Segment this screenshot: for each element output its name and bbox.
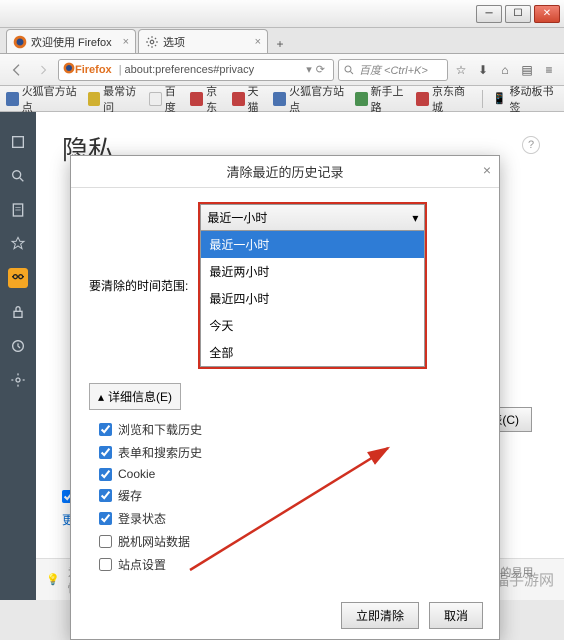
dropdown-icon[interactable]: ▾ (306, 63, 312, 76)
address-bar[interactable]: Firefox | about:preferences#privacy ▾ ⟳ (58, 59, 334, 81)
checkbox-label: 脱机网站数据 (118, 533, 190, 550)
cancel-button[interactable]: 取消 (429, 602, 483, 629)
search-box[interactable]: 百度 <Ctrl+K> (338, 59, 448, 81)
minimize-button[interactable]: ─ (476, 5, 502, 23)
dialog-title: 清除最近的历史记录 (226, 162, 343, 181)
checkbox-label: Cookie (118, 467, 155, 481)
menu-icon[interactable]: ≡ (540, 61, 558, 79)
checkbox-label: 站点设置 (118, 556, 166, 573)
tab-welcome[interactable]: 欢迎使用 Firefox × (6, 29, 136, 53)
help-icon[interactable]: ? (522, 136, 540, 154)
checkbox-row: 脱机网站数据 (89, 530, 481, 553)
checkbox-row: 登录状态 (89, 507, 481, 530)
sidebar-security-icon[interactable] (8, 302, 28, 322)
feed-icon[interactable]: ☆ (452, 61, 470, 79)
tab-close-icon[interactable]: × (123, 36, 129, 48)
checkbox-row: 站点设置 (89, 553, 481, 576)
time-range-label: 要清除的时间范围: (89, 277, 188, 294)
time-range-dropdown[interactable]: 最近一小时 ▾ (200, 204, 425, 231)
details-label: 详细信息(E) (108, 388, 172, 405)
sidebar-privacy-icon[interactable] (8, 268, 28, 288)
dropdown-list: 最近一小时 最近两小时 最近四小时 今天 全部 (200, 231, 425, 367)
checkbox-label: 表单和搜索历史 (118, 444, 202, 461)
download-icon[interactable]: ⬇ (474, 61, 492, 79)
dropdown-option[interactable]: 最近两小时 (201, 258, 424, 285)
back-button[interactable] (6, 59, 28, 81)
search-icon (343, 64, 355, 76)
checkbox-label: 缓存 (118, 487, 142, 504)
bookmark-item[interactable]: 火狐官方站点 (6, 83, 82, 115)
browser-tab-bar: 欢迎使用 Firefox × 选项 × + (0, 28, 564, 54)
bookmark-item[interactable]: 京东商城 (416, 83, 471, 115)
tab-options[interactable]: 选项 × (138, 29, 268, 53)
history-checkbox[interactable] (99, 512, 112, 525)
dialog-close-button[interactable]: × (483, 162, 491, 178)
dropdown-option[interactable]: 今天 (201, 312, 424, 339)
history-checkbox[interactable] (99, 446, 112, 459)
history-checkbox[interactable] (99, 558, 112, 571)
history-checkbox[interactable] (99, 423, 112, 436)
bookmarks-toolbar: 火狐官方站点 最常访问 百度 京东 天猫 火狐官方站点 新手上路 京东商城 📱移… (0, 86, 564, 112)
window-titlebar: ─ ☐ ✕ (0, 0, 564, 28)
nav-toolbar: Firefox | about:preferences#privacy ▾ ⟳ … (0, 54, 564, 86)
info-icon: 💡 (46, 573, 60, 586)
firefox-icon (13, 35, 27, 49)
details-toggle[interactable]: ▴ 详细信息(E) (89, 383, 181, 410)
sidebar-content-icon[interactable] (8, 200, 28, 220)
new-tab-button[interactable]: + (270, 35, 290, 53)
url-brand: Firefox (75, 64, 112, 76)
firefox-icon (63, 62, 75, 77)
bookmarks-icon[interactable]: ▤ (518, 61, 536, 79)
reload-icon[interactable]: ⟳ (316, 63, 325, 76)
history-checkbox[interactable] (99, 468, 112, 481)
gear-icon (145, 35, 159, 49)
home-icon[interactable]: ⌂ (496, 61, 514, 79)
sidebar-sync-icon[interactable] (8, 336, 28, 356)
bookmark-item[interactable]: 新手上路 (355, 83, 410, 115)
tab-close-icon[interactable]: × (255, 36, 261, 48)
tab-label: 欢迎使用 Firefox (31, 34, 112, 50)
forward-button[interactable] (32, 59, 54, 81)
clear-now-button[interactable]: 立即清除 (341, 602, 419, 629)
preferences-sidebar (0, 112, 36, 600)
checkbox-row: 表单和搜索历史 (89, 441, 481, 464)
dropdown-option[interactable]: 最近一小时 (201, 231, 424, 258)
dropdown-option[interactable]: 最近四小时 (201, 285, 424, 312)
checkbox-row: 浏览和下载历史 (89, 418, 481, 441)
tab-label: 选项 (163, 34, 185, 50)
url-text: about:preferences#privacy (125, 64, 255, 76)
close-window-button[interactable]: ✕ (534, 5, 560, 23)
mobile-bookmarks[interactable]: 📱移动板书签 (493, 83, 558, 115)
history-checkbox[interactable] (99, 489, 112, 502)
maximize-button[interactable]: ☐ (505, 5, 531, 23)
bookmark-item[interactable]: 天猫 (232, 83, 267, 115)
sidebar-applications-icon[interactable] (8, 234, 28, 254)
bookmark-item[interactable]: 京东 (190, 83, 225, 115)
sidebar-search-icon[interactable] (8, 166, 28, 186)
dropdown-selected: 最近一小时 (207, 209, 267, 226)
sidebar-general-icon[interactable] (8, 132, 28, 152)
search-placeholder: 百度 <Ctrl+K> (359, 62, 428, 78)
checkbox-row: Cookie (89, 464, 481, 484)
sidebar-advanced-icon[interactable] (8, 370, 28, 390)
highlight-box: 最近一小时 ▾ 最近一小时 最近两小时 最近四小时 今天 全部 (198, 202, 427, 369)
dropdown-option[interactable]: 全部 (201, 339, 424, 366)
clear-history-dialog: 清除最近的历史记录 × 要清除的时间范围: 最近一小时 ▾ 最近一小时 最近两小… (70, 155, 500, 640)
chevron-up-icon: ▴ (98, 390, 104, 404)
checkbox-row: 缓存 (89, 484, 481, 507)
checkbox-label: 登录状态 (118, 510, 166, 527)
dialog-title-bar: 清除最近的历史记录 × (71, 156, 499, 188)
bookmark-item[interactable]: 最常访问 (88, 83, 143, 115)
chevron-down-icon: ▾ (412, 211, 418, 225)
history-checkbox[interactable] (99, 535, 112, 548)
bookmark-item[interactable]: 火狐官方站点 (273, 83, 349, 115)
checkbox-label: 浏览和下载历史 (118, 421, 202, 438)
bookmark-item[interactable]: 百度 (149, 83, 184, 115)
